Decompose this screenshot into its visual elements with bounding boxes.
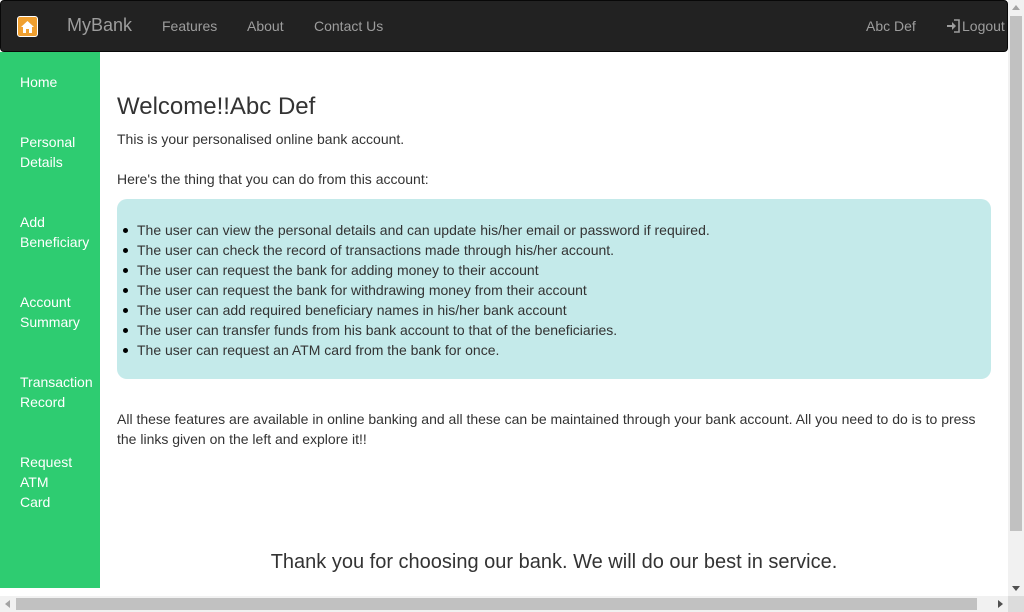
top-navbar: MyBank Features About Contact Us Abc Def…: [0, 0, 1008, 52]
sidebar-item-label: Summary: [20, 314, 80, 330]
list-item: The user can request the bank for adding…: [123, 260, 710, 280]
sidebar-item-label: Transaction: [20, 374, 93, 390]
list-item: The user can add required beneficiary na…: [123, 300, 710, 320]
sidebar-item-add-beneficiary[interactable]: Add Beneficiary: [20, 212, 100, 252]
sidebar-item-label: Account: [20, 294, 71, 310]
list-item: The user can view the personal details a…: [123, 222, 710, 238]
scrollbar-corner: [1008, 596, 1024, 612]
nav-link-features[interactable]: Features: [162, 18, 217, 34]
sidebar: Home Personal Details Add Beneficiary Ac…: [0, 52, 100, 588]
scroll-right-icon[interactable]: [998, 600, 1003, 608]
logout-label: Logout: [962, 18, 1005, 34]
sidebar-item-label: Request: [20, 454, 73, 470]
sidebar-item-personal-details[interactable]: Personal Details: [20, 132, 100, 172]
list-item: The user can check the record of transac…: [123, 240, 710, 260]
features-heading: Here's the thing that you can do from th…: [117, 171, 429, 187]
list-item: The user can transfer funds from his ban…: [123, 320, 710, 340]
scroll-down-icon[interactable]: [1012, 586, 1020, 591]
closing-text: All these features are available in onli…: [117, 411, 976, 447]
features-list: The user can view the personal details a…: [123, 220, 710, 360]
sidebar-item-label: Record: [20, 394, 66, 410]
log-in-icon: [946, 19, 960, 36]
sidebar-item-account-summary[interactable]: Account Summary: [20, 292, 100, 332]
features-panel: The user can view the personal details a…: [117, 199, 991, 379]
nav-link-about[interactable]: About: [247, 18, 284, 34]
logout-link[interactable]: Logout: [946, 18, 1005, 36]
list-item: The user can request an ATM card from th…: [123, 340, 710, 360]
sidebar-item-label: Personal: [20, 134, 76, 150]
sidebar-item-home[interactable]: Home: [20, 72, 100, 92]
sidebar-item-label: Beneficiary: [20, 234, 90, 250]
browser-viewport: MyBank Features About Contact Us Abc Def…: [0, 0, 1024, 612]
brand-link[interactable]: MyBank: [67, 15, 132, 36]
scroll-up-icon[interactable]: [1012, 5, 1020, 10]
page-title: Welcome!!Abc Def: [117, 93, 316, 120]
sidebar-item-label: Home: [20, 74, 58, 90]
sidebar-item-label: ATM: [20, 474, 49, 490]
sidebar-item-label: Add: [20, 214, 45, 230]
nav-link-contact-us[interactable]: Contact Us: [314, 18, 383, 34]
vertical-scroll-thumb[interactable]: [1010, 16, 1022, 531]
scroll-left-icon[interactable]: [5, 600, 10, 608]
sidebar-item-request-atm-card[interactable]: Request ATM Card: [20, 452, 100, 512]
horizontal-scrollbar[interactable]: [0, 596, 1008, 612]
sidebar-item-label: Details: [20, 154, 63, 170]
home-icon[interactable]: [17, 16, 38, 37]
list-item: The user can request the bank for withdr…: [123, 280, 710, 300]
vertical-scrollbar[interactable]: [1008, 0, 1024, 596]
user-name-link[interactable]: Abc Def: [866, 18, 916, 34]
horizontal-scroll-thumb[interactable]: [16, 598, 977, 610]
sidebar-item-label: Card: [20, 494, 51, 510]
intro-text: This is your personalised online bank ac…: [117, 131, 405, 147]
sidebar-item-transaction-record[interactable]: Transaction Record: [20, 372, 100, 412]
thanks-message: Thank you for choosing our bank. We will…: [270, 551, 838, 573]
